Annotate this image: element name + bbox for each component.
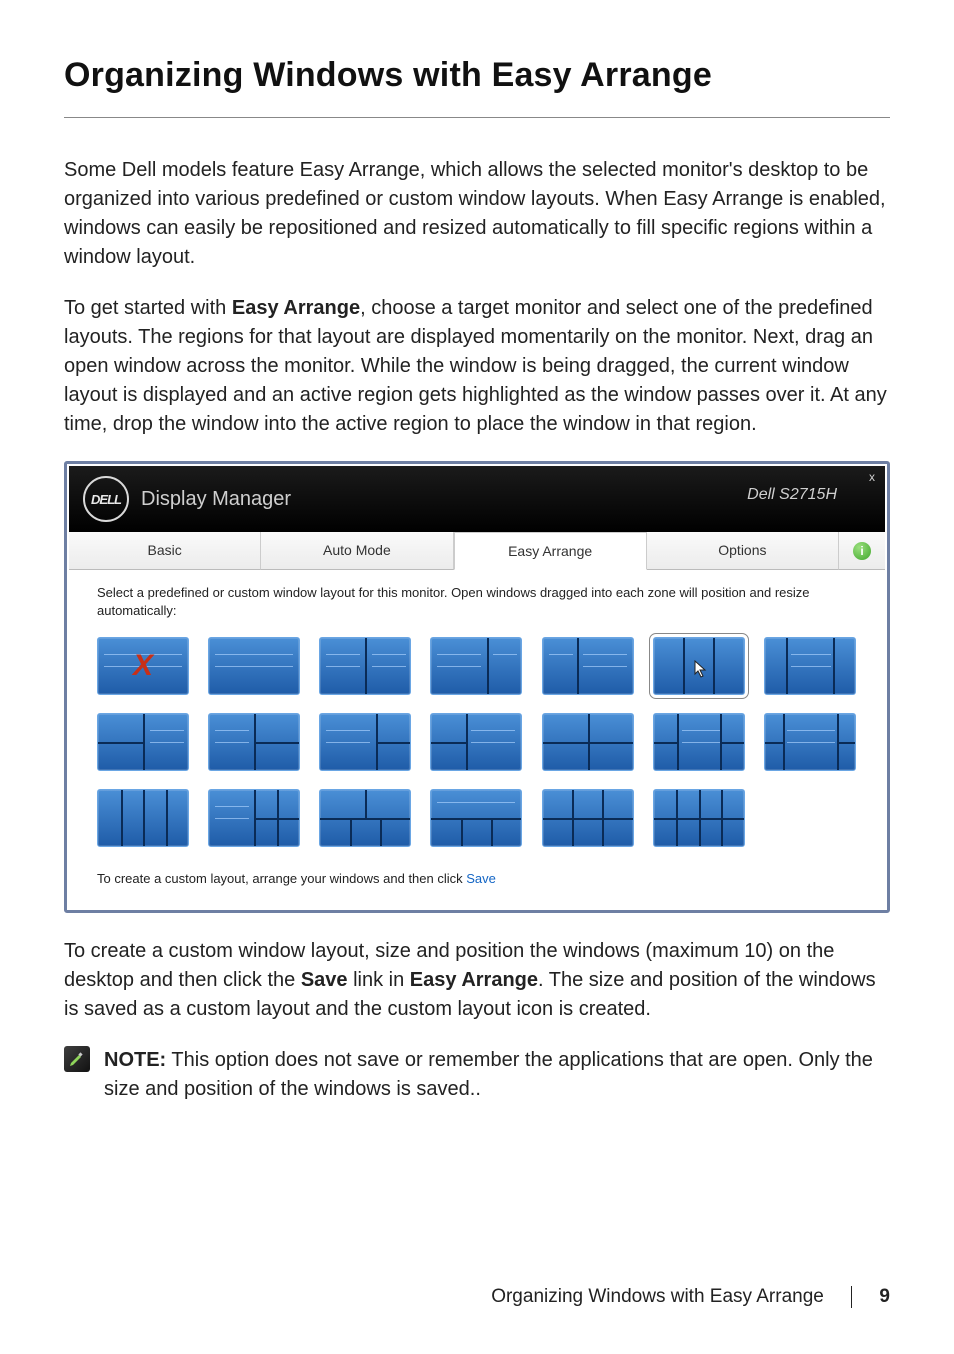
layout-left-wide-right-stack[interactable] <box>319 713 411 771</box>
layout-left-stack[interactable] <box>97 713 189 771</box>
info-icon: i <box>853 542 871 560</box>
tab-easy-arrange[interactable]: Easy Arrange <box>454 532 647 570</box>
tab-auto-mode[interactable]: Auto Mode <box>261 532 453 570</box>
layout-left-half-right-quad[interactable] <box>208 789 300 847</box>
tab-bar: Basic Auto Mode Easy Arrange Options i <box>69 532 885 570</box>
save-link[interactable]: Save <box>466 871 496 886</box>
note-label: NOTE: <box>104 1049 166 1071</box>
layout-right-wide-left-stack[interactable] <box>430 713 522 771</box>
footer-title: Organizing Windows with Easy Arrange <box>491 1286 824 1307</box>
layout-2x4[interactable] <box>653 789 745 847</box>
note-body: This option does not save or remember th… <box>104 1049 873 1100</box>
layout-t-top2-bottom3[interactable] <box>319 789 411 847</box>
dell-logo-text: DELL <box>91 492 121 507</box>
heading-rule <box>64 117 890 118</box>
layout-2col-right-wide[interactable] <box>542 637 634 695</box>
footer-separator <box>851 1286 852 1308</box>
cursor-icon <box>694 660 708 678</box>
note-icon <box>64 1046 90 1072</box>
tab-basic[interactable]: Basic <box>69 532 261 570</box>
app-title: Display Manager <box>141 488 291 511</box>
layout-2col[interactable] <box>319 637 411 695</box>
intro-paragraph-2: To get started with Easy Arrange, choose… <box>64 294 890 439</box>
intro-paragraph-1: Some Dell models feature Easy Arrange, w… <box>64 156 890 272</box>
panel-instruction: Select a predefined or custom window lay… <box>97 584 857 619</box>
p2-bold: Easy Arrange <box>232 297 360 319</box>
window-titlebar: DELL Display Manager Dell S2715H x <box>69 466 885 532</box>
layout-right-stack[interactable] <box>208 713 300 771</box>
dell-logo: DELL <box>83 476 129 522</box>
close-button[interactable]: x <box>869 470 875 484</box>
layout-top-wide-bottom3[interactable] <box>430 789 522 847</box>
page-number: 9 <box>879 1286 890 1307</box>
custom-layout-paragraph: To create a custom window layout, size a… <box>64 937 890 1024</box>
save-instruction: To create a custom layout, arrange your … <box>97 871 857 886</box>
p3-b2: Easy Arrange <box>410 969 538 991</box>
tab-options[interactable]: Options <box>647 532 839 570</box>
layout-3col-side-stacks[interactable] <box>653 713 745 771</box>
layout-3col[interactable] <box>653 637 745 695</box>
layout-2x3[interactable] <box>542 789 634 847</box>
layout-grid: X <box>97 637 857 847</box>
x-icon: X <box>98 638 188 694</box>
info-button[interactable]: i <box>839 532 885 570</box>
page-footer: Organizing Windows with Easy Arrange 9 <box>64 1286 890 1308</box>
layout-full[interactable] <box>208 637 300 695</box>
save-line-pre: To create a custom layout, arrange your … <box>97 871 466 886</box>
layout-3col-center-wide-side-stacks[interactable] <box>764 713 856 771</box>
layout-quad[interactable] <box>542 713 634 771</box>
p3-b1: Save <box>301 969 348 991</box>
layout-2col-left-wide[interactable] <box>430 637 522 695</box>
monitor-model-label: Dell S2715H <box>747 486 837 504</box>
display-manager-window: DELL Display Manager Dell S2715H x Basic… <box>64 461 890 913</box>
p3-mid: link in <box>348 969 410 991</box>
easy-arrange-panel: Select a predefined or custom window lay… <box>69 570 885 908</box>
layout-3col-center-wide[interactable] <box>764 637 856 695</box>
layout-4col[interactable] <box>97 789 189 847</box>
note-block: NOTE: This option does not save or remem… <box>64 1046 890 1104</box>
page-title: Organizing Windows with Easy Arrange <box>64 56 890 95</box>
note-text: NOTE: This option does not save or remem… <box>104 1046 890 1104</box>
layout-none[interactable]: X <box>97 637 189 695</box>
p2-pre: To get started with <box>64 297 232 319</box>
